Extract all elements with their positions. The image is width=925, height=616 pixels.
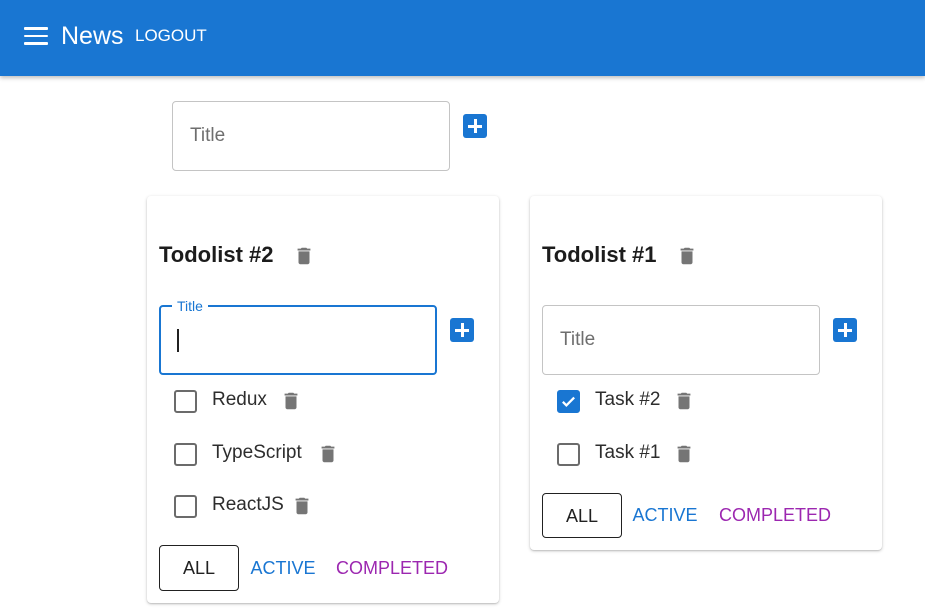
task-checkbox[interactable] xyxy=(557,443,580,466)
delete-todolist-icon[interactable] xyxy=(293,243,315,269)
task-label: TypeScript xyxy=(212,442,302,463)
add-task-input[interactable]: Title xyxy=(542,305,820,375)
filter-all-button[interactable]: ALL xyxy=(542,493,622,538)
task-checkbox[interactable] xyxy=(174,390,197,413)
delete-task-icon[interactable] xyxy=(280,388,302,414)
text-caret xyxy=(177,329,179,352)
task-label: Task #1 xyxy=(595,442,661,463)
filter-completed-button[interactable]: COMPLETED xyxy=(332,555,452,581)
todolist-card: Todolist #2 Title Redux TypeScript React… xyxy=(147,196,499,603)
task-label: Task #2 xyxy=(595,389,661,410)
todolist-card: Todolist #1 Title Task #2 Task #1 ALL AC… xyxy=(530,196,882,550)
delete-todolist-icon[interactable] xyxy=(676,243,698,269)
delete-task-icon[interactable] xyxy=(673,441,695,467)
logout-button[interactable]: LOGOUT xyxy=(135,26,207,46)
checkmark-icon xyxy=(562,396,575,407)
add-task-input[interactable]: Title xyxy=(159,298,437,375)
app-title: News xyxy=(61,22,124,50)
delete-task-icon[interactable] xyxy=(673,388,695,414)
filter-completed-button[interactable]: COMPLETED xyxy=(715,502,835,528)
filter-active-button[interactable]: ACTIVE xyxy=(629,502,701,528)
filter-all-button[interactable]: ALL xyxy=(159,545,239,591)
add-task-button[interactable] xyxy=(833,318,857,342)
add-task-placeholder: Title xyxy=(560,329,596,350)
delete-task-icon[interactable] xyxy=(291,493,313,519)
todolist-title: Todolist #2 xyxy=(159,242,274,267)
delete-task-icon[interactable] xyxy=(317,441,339,467)
task-checkbox[interactable] xyxy=(174,495,197,518)
task-label: Redux xyxy=(212,389,267,410)
task-label: ReactJS xyxy=(212,494,284,515)
add-todolist-input[interactable]: Title xyxy=(172,101,450,171)
filter-active-button[interactable]: ACTIVE xyxy=(247,555,319,581)
todolist-title: Todolist #1 xyxy=(542,242,657,267)
app-bar: News LOGOUT xyxy=(0,0,925,76)
add-task-button[interactable] xyxy=(450,318,474,342)
task-checkbox-checked[interactable] xyxy=(557,390,580,413)
add-todolist-placeholder: Title xyxy=(190,125,226,146)
add-task-input-label: Title xyxy=(172,298,208,314)
menu-icon[interactable] xyxy=(24,27,48,45)
add-todolist-button[interactable] xyxy=(463,114,487,138)
task-checkbox[interactable] xyxy=(174,443,197,466)
